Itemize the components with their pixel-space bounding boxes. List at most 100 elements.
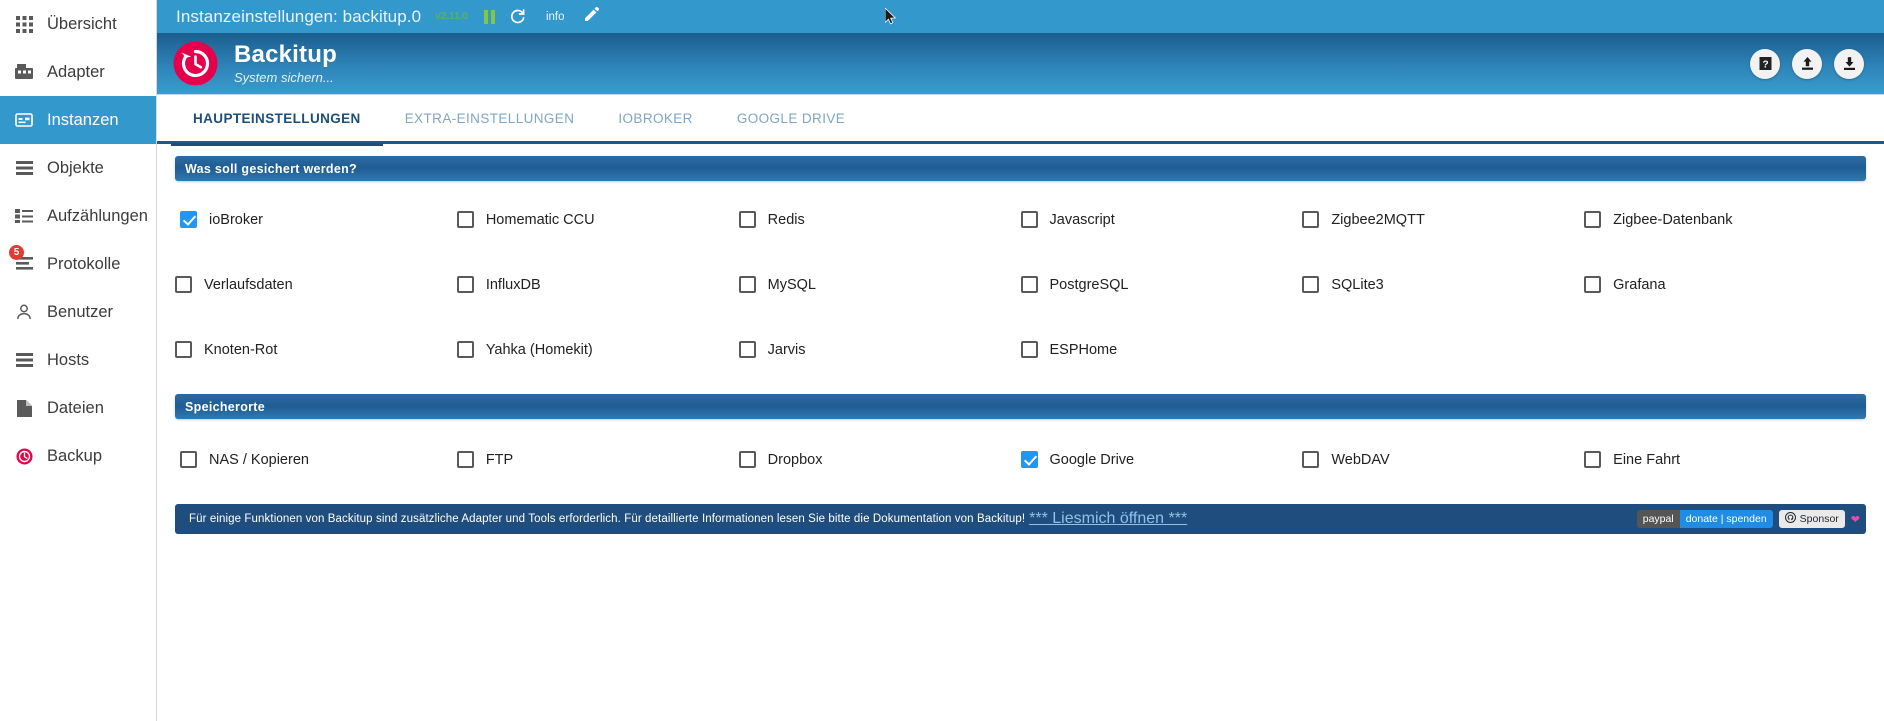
page-title: Instanzeinstellungen: backitup.0 <box>176 6 422 26</box>
tab-haupteinstellungen[interactable]: HAUPTEINSTELLUNGEN <box>171 94 383 146</box>
download-button[interactable] <box>1834 48 1864 79</box>
checkbox-row-jarvis[interactable]: Jarvis <box>738 317 1021 382</box>
checkbox-homematic-ccu[interactable] <box>456 211 474 228</box>
checkbox-grafana[interactable] <box>1584 276 1602 293</box>
checkbox-esphome[interactable] <box>1020 341 1038 358</box>
checkbox-row-grafana[interactable]: Grafana <box>1584 252 1866 317</box>
settings-tabs: HAUPTEINSTELLUNGEN EXTRA-EINSTELLUNGEN I… <box>157 94 1884 146</box>
checkbox-row-google-drive[interactable]: Google Drive <box>1020 427 1303 492</box>
checkbox-row-homematic-ccu[interactable]: Homematic CCU <box>456 187 739 252</box>
checkbox-row-sqlite3[interactable]: SQLite3 <box>1302 252 1584 317</box>
checkbox-row-verlaufsdaten[interactable]: Verlaufsdaten <box>175 252 457 317</box>
brand-subtitle: System sichern... <box>234 70 334 85</box>
sidebar-item-objekte[interactable]: Objekte <box>0 144 156 192</box>
checkbox-label: FTP <box>485 451 514 468</box>
pencil-icon[interactable] <box>584 6 599 26</box>
sidebar-item-backup[interactable]: Backup <box>0 432 156 480</box>
checkbox-redis[interactable] <box>738 211 756 228</box>
instance-topbar: Instanzeinstellungen: backitup.0 v2.11.0… <box>157 0 1884 33</box>
tab-iobroker[interactable]: IOBROKER <box>596 94 714 143</box>
checkbox-jarvis[interactable] <box>738 341 756 358</box>
checkbox-label: Grafana <box>1613 276 1666 293</box>
sidebar-item-label: Protokolle <box>47 254 121 273</box>
paypal-donate-badge[interactable]: paypal donate | spenden <box>1636 510 1773 528</box>
github-sponsor-badge[interactable]: Sponsor <box>1778 510 1845 528</box>
checkbox-label: Eine Fahrt <box>1613 451 1681 468</box>
checkbox-eine-fahrt[interactable] <box>1584 451 1602 468</box>
brand-actions: ? <box>1750 48 1864 79</box>
checkbox-row-influxdb[interactable]: InfluxDB <box>456 252 739 317</box>
checkbox-label: Zigbee2MQTT <box>1331 211 1425 228</box>
upload-button[interactable] <box>1792 48 1822 79</box>
sidebar-item-label: Hosts <box>47 350 90 369</box>
checkbox-postgresql[interactable] <box>1020 276 1038 293</box>
sidebar-item-label: Objekte <box>47 158 104 177</box>
sidebar-item-label: Backup <box>47 446 103 465</box>
refresh-icon[interactable] <box>509 8 526 25</box>
sidebar-item-label: Adapter <box>47 62 105 81</box>
pause-icon[interactable] <box>483 9 495 24</box>
checkbox-row-ftp[interactable]: FTP <box>456 427 739 492</box>
sidebar-item-hosts[interactable]: Hosts <box>0 336 156 384</box>
app-root: Übersicht Adapter Instanzen Objekte Aufz… <box>0 0 1884 721</box>
objects-icon <box>14 158 34 178</box>
checkbox-label: PostgreSQL <box>1049 276 1129 293</box>
checkbox-row-dropbox[interactable]: Dropbox <box>738 427 1021 492</box>
checkbox-label: Jarvis <box>767 341 806 358</box>
checkbox-mysql[interactable] <box>738 276 756 293</box>
paypal-badge-right: donate | spenden <box>1679 510 1773 528</box>
tab-google-drive[interactable]: GOOGLE DRIVE <box>715 94 867 143</box>
checkbox-row-javascript[interactable]: Javascript <box>1020 187 1303 252</box>
sidebar-item-label: Dateien <box>47 398 104 417</box>
help-button[interactable]: ? <box>1750 48 1780 79</box>
checkbox-yahka-homekit[interactable] <box>456 341 474 358</box>
checkbox-influxdb[interactable] <box>456 276 474 293</box>
checkbox-row-postgresql[interactable]: PostgreSQL <box>1020 252 1303 317</box>
checkbox-row-esphome[interactable]: ESPHome <box>1020 317 1303 382</box>
sidebar-item-protokolle[interactable]: 5 Protokolle <box>0 240 156 288</box>
instances-icon <box>14 110 34 130</box>
checkbox-row-mysql[interactable]: MySQL <box>738 252 1021 317</box>
checkbox-google-drive[interactable] <box>1020 451 1038 468</box>
checkbox-row-yahka-homekit[interactable]: Yahka (Homekit) <box>456 317 739 382</box>
checkbox-row-nas-kopieren[interactable]: NAS / Kopieren <box>175 427 457 492</box>
checkbox-webdav[interactable] <box>1302 451 1320 468</box>
adapter-brand-header: Backitup System sichern... ? <box>157 33 1884 95</box>
grid-spacer <box>1584 317 1866 382</box>
checkbox-row-zigbee2mqtt[interactable]: Zigbee2MQTT <box>1302 187 1584 252</box>
sidebar-item-instanzen[interactable]: Instanzen <box>0 96 156 144</box>
checkbox-verlaufsdaten[interactable] <box>175 276 192 293</box>
tab-extra-einstellungen[interactable]: EXTRA-EINSTELLUNGEN <box>383 94 597 143</box>
checkbox-row-knoten-rot[interactable]: Knoten-Rot <box>175 317 457 382</box>
sidebar-item-uebersicht[interactable]: Übersicht <box>0 0 156 48</box>
checkbox-label: SQLite3 <box>1331 276 1384 293</box>
github-icon <box>1784 512 1796 526</box>
storage-locations-section-header: Speicherorte <box>175 394 1866 419</box>
checkbox-iobroker[interactable] <box>180 211 197 228</box>
readme-link[interactable]: *** Liesmich öffnen *** <box>1029 510 1187 528</box>
checkbox-row-redis[interactable]: Redis <box>738 187 1021 252</box>
checkbox-row-iobroker[interactable]: ioBroker <box>175 187 457 252</box>
user-icon <box>14 302 34 322</box>
checkbox-zigbee2mqtt[interactable] <box>1302 211 1320 228</box>
topbar-actions: info <box>483 6 599 26</box>
info-label[interactable]: info <box>546 11 565 23</box>
checkbox-zigbee-datenbank[interactable] <box>1584 211 1602 228</box>
sponsor-label: Sponsor <box>1799 513 1839 525</box>
checkbox-row-webdav[interactable]: WebDAV <box>1302 427 1584 492</box>
checkbox-javascript[interactable] <box>1020 211 1038 228</box>
sidebar-item-dateien[interactable]: Dateien <box>0 384 156 432</box>
backup-sources-grid: ioBroker Homematic CCU Redis Javascript … <box>157 187 1884 382</box>
checkbox-ftp[interactable] <box>456 451 474 468</box>
sidebar-item-aufzaehlungen[interactable]: Aufzählungen <box>0 192 156 240</box>
checkbox-sqlite3[interactable] <box>1302 276 1320 293</box>
checkbox-row-zigbee-datenbank[interactable]: Zigbee-Datenbank <box>1584 187 1866 252</box>
checkbox-dropbox[interactable] <box>738 451 756 468</box>
checkbox-row-eine-fahrt[interactable]: Eine Fahrt <box>1584 427 1866 492</box>
sidebar-item-benutzer[interactable]: Benutzer <box>0 288 156 336</box>
brand-title: Backitup <box>234 41 337 68</box>
sidebar-item-adapter[interactable]: Adapter <box>0 48 156 96</box>
checkbox-nas-kopieren[interactable] <box>180 451 197 468</box>
heart-icon[interactable]: ❤ <box>1851 513 1860 526</box>
checkbox-knoten-rot[interactable] <box>175 341 192 358</box>
